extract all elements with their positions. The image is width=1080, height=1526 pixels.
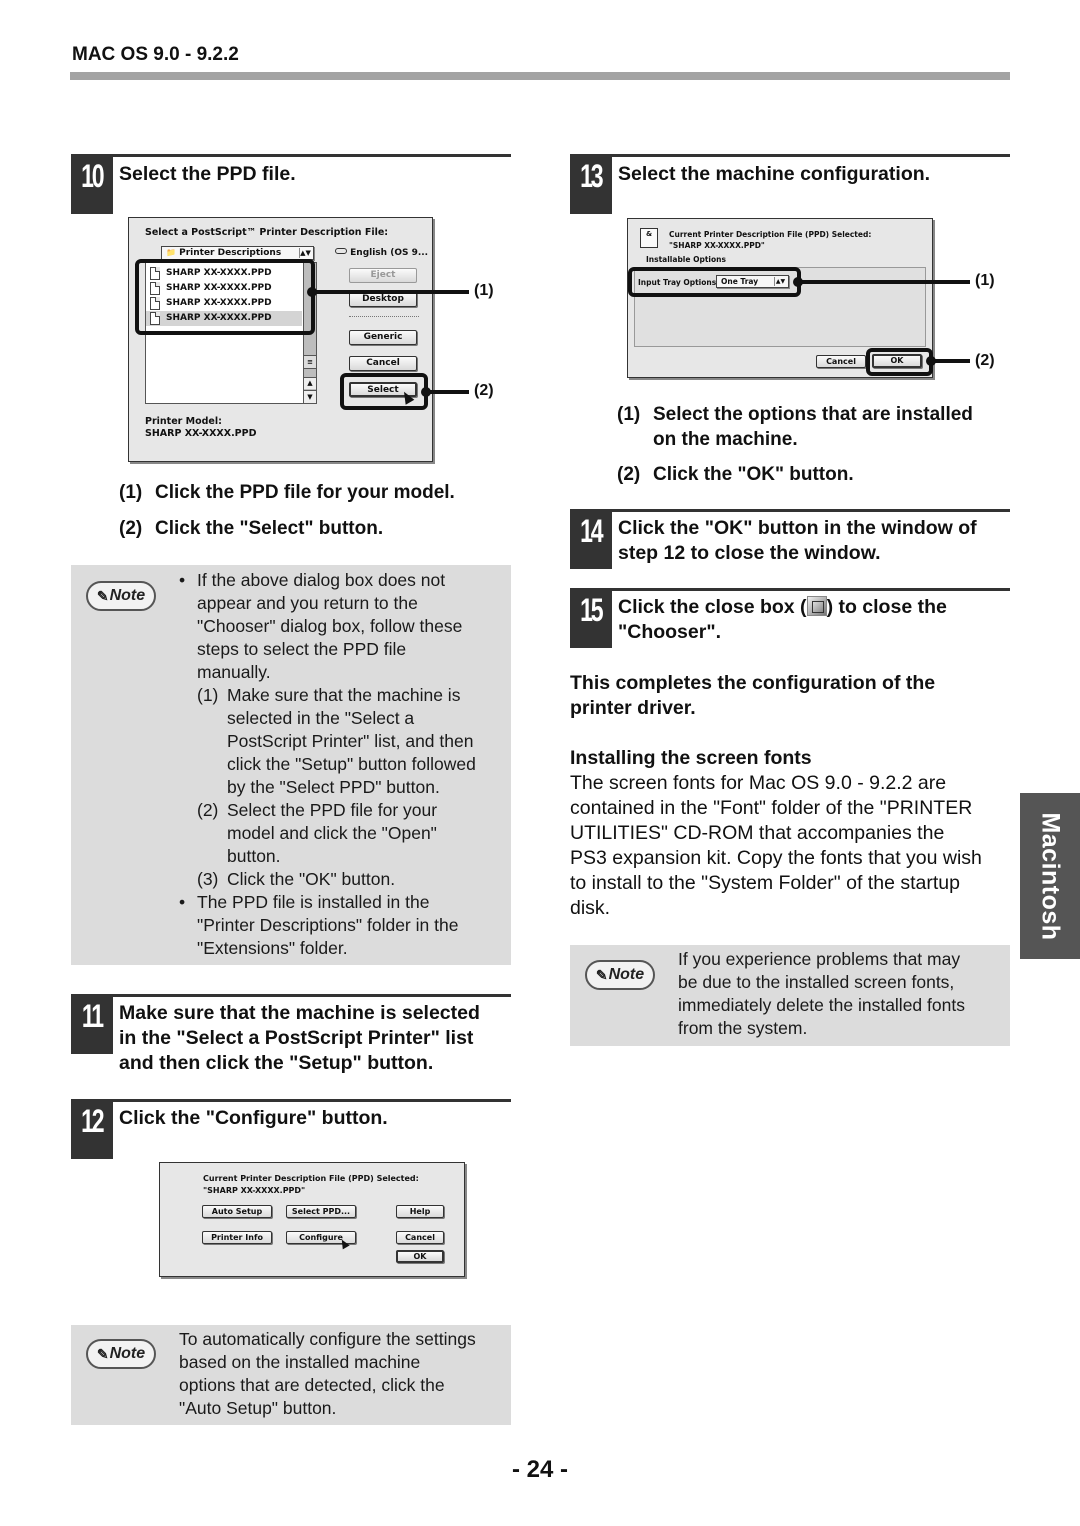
- dialog-heading: Current Printer Description File (PPD) S…: [203, 1174, 419, 1183]
- step-12: 12 Click the "Configure" button.: [71, 1099, 511, 1159]
- pencil-icon: ✎: [96, 587, 109, 604]
- step-number: 10: [71, 154, 113, 214]
- step-rule: [570, 509, 1010, 512]
- note-text: • If the above dialog box does not appea…: [179, 570, 476, 958]
- callout-1: (1): [975, 272, 995, 289]
- note-box: ✎ Note To automatically configure the set…: [71, 1325, 511, 1425]
- pencil-icon: ✎: [96, 1345, 109, 1362]
- page-header: MAC OS 9.0 - 9.2.2: [72, 44, 239, 65]
- step-title: Make sure that the machine is selected i…: [119, 1002, 480, 1074]
- scroll-down-arrow-icon[interactable]: ▼: [304, 390, 316, 403]
- eject-button[interactable]: Eject: [349, 268, 417, 283]
- step-rule: [71, 994, 511, 997]
- fonts-paragraph: The screen fonts for Mac OS 9.0 - 9.2.2 …: [570, 772, 982, 919]
- note-box: ✎ Note • If the above dialog box does not…: [71, 565, 511, 965]
- step-rule: [71, 154, 511, 157]
- callout-leader: [421, 387, 469, 397]
- step-14: 14 Click the "OK" button in the window o…: [570, 509, 1010, 569]
- dialog-heading: Select a PostScript™ Printer Description…: [145, 227, 389, 238]
- printer-info-button[interactable]: Printer Info: [202, 1231, 272, 1244]
- step-10-subitem: (1) Click the PPD file for your model.: [119, 482, 455, 503]
- step-rule: [570, 154, 1010, 157]
- completion-message: This completes the configuration of the …: [570, 672, 936, 719]
- select-ppd-button[interactable]: Select PPD...: [286, 1205, 356, 1218]
- leader-dot: [926, 356, 936, 366]
- step-title: Select the machine configuration.: [618, 163, 931, 185]
- close-box-icon: [806, 596, 827, 616]
- note-text: To automatically configure the settings …: [179, 1329, 476, 1418]
- note-badge: ✎ Note: [86, 581, 156, 611]
- step-11: 11 Make sure that the machine is selecte…: [71, 994, 511, 1074]
- highlight-input-tray: [628, 267, 801, 297]
- disk-label: English (OS 9...: [335, 248, 428, 258]
- step-13: 13 Select the machine configuration.: [570, 154, 1010, 214]
- section-side-tab: Macintosh: [1020, 793, 1080, 959]
- step-number: 13: [570, 154, 612, 214]
- step-rule: [71, 1099, 511, 1102]
- printer-model-label: Printer Model:: [145, 416, 222, 427]
- cancel-button[interactable]: Cancel: [816, 355, 866, 368]
- step-title: Click the "OK" button in the window of s…: [618, 517, 977, 564]
- dialog-heading: Current Printer Description File (PPD) S…: [669, 230, 872, 239]
- step-number: 15: [570, 588, 612, 648]
- cancel-button[interactable]: Cancel: [396, 1231, 444, 1244]
- printer-icon: &: [640, 228, 658, 248]
- step-number: 11: [71, 994, 113, 1054]
- note-badge: ✎ Note: [585, 960, 655, 990]
- step-number: 14: [570, 509, 612, 569]
- printer-model-value: SHARP XX-XXXX.PPD: [145, 428, 257, 439]
- step-title: Select the PPD file.: [119, 163, 296, 185]
- highlight-select-button: [340, 373, 428, 410]
- step-10-subitem: (2) Click the "Select" button.: [119, 518, 384, 539]
- section-heading: Installing the screen fonts: [570, 747, 812, 769]
- section-label: Installable Options: [646, 255, 726, 264]
- pencil-icon: ✎: [595, 966, 608, 983]
- cancel-button[interactable]: Cancel: [349, 356, 417, 371]
- auto-setup-button[interactable]: Auto Setup: [202, 1205, 272, 1218]
- help-button[interactable]: Help: [396, 1205, 444, 1218]
- header-rule: [70, 72, 1010, 80]
- step-rule: [570, 588, 1010, 591]
- selected-ppd-file: "SHARP XX-XXXX.PPD": [203, 1186, 306, 1195]
- popup-arrows-icon: ▲▼: [299, 248, 311, 258]
- step-15: 15 Click the close box () to close the "…: [570, 588, 1010, 648]
- disk-icon: [335, 248, 347, 254]
- callout-leader: [926, 356, 970, 366]
- step-13-subitem: (1) Select the options that are installe…: [617, 404, 973, 450]
- page-number: - 24 -: [511, 1456, 568, 1483]
- select-ppd-dialog: Select a PostScript™ Printer Description…: [128, 217, 433, 462]
- callout-2: (2): [474, 382, 494, 399]
- leader-dot: [421, 387, 431, 397]
- step-title: Click the "Configure" button.: [119, 1107, 388, 1129]
- callout-1: (1): [474, 282, 494, 299]
- note-badge: ✎ Note: [86, 1339, 156, 1369]
- callout-leader: [793, 277, 970, 287]
- highlight-ok-button: [866, 348, 933, 376]
- scroll-thumb[interactable]: ≡: [304, 355, 316, 369]
- ok-button[interactable]: OK: [396, 1250, 444, 1263]
- highlight-file-list: [135, 259, 315, 335]
- note-text: If you experience problems that may be d…: [678, 949, 965, 1038]
- callout-2: (2): [975, 352, 995, 369]
- step-title: Click the close box () to close the "Cho…: [618, 596, 947, 643]
- printer-setup-dialog: Current Printer Description File (PPD) S…: [159, 1162, 465, 1277]
- scroll-up-arrow-icon[interactable]: ▲: [304, 377, 316, 389]
- step-10: 10 Select the PPD file.: [71, 154, 511, 214]
- folder-icon: 📁: [166, 248, 176, 257]
- leader-dot: [307, 287, 317, 297]
- leader-dot: [793, 277, 803, 287]
- step-number: 12: [71, 1099, 113, 1159]
- generic-button[interactable]: Generic: [349, 330, 417, 345]
- note-box: ✎ Note If you experience problems that ma…: [570, 945, 1010, 1046]
- step-13-subitem: (2) Click the "OK" button.: [617, 464, 854, 485]
- desktop-button[interactable]: Desktop: [349, 292, 417, 307]
- selected-ppd-file: "SHARP XX-XXXX.PPD": [669, 241, 765, 250]
- folder-popup[interactable]: 📁 Printer Descriptions ▲▼: [161, 246, 314, 260]
- callout-leader: [307, 287, 469, 297]
- divider: [349, 316, 419, 317]
